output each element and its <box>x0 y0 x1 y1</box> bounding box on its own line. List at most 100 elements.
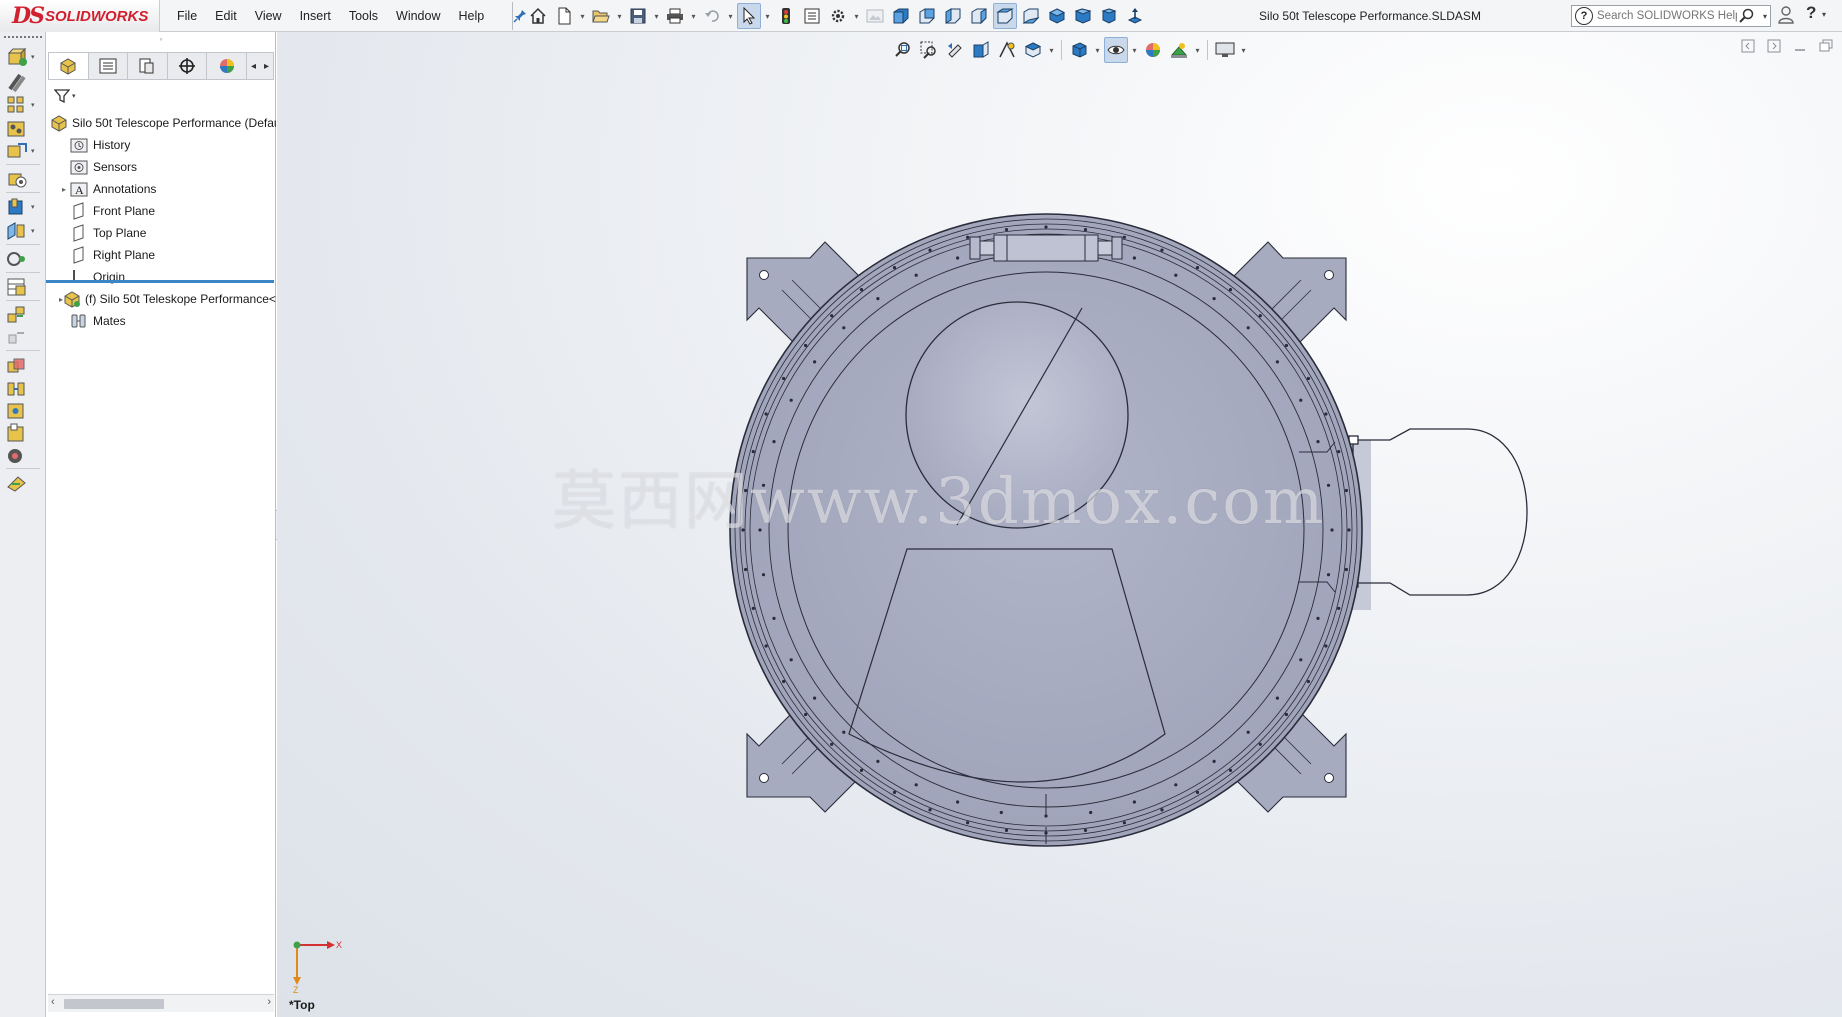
chevron-down-icon[interactable]: ▾ <box>1822 10 1826 19</box>
chevron-down-icon[interactable]: ▾ <box>852 3 861 29</box>
view-trimetric-icon[interactable] <box>1071 3 1095 29</box>
measure-tool[interactable] <box>6 422 42 444</box>
hole-alignment-tool[interactable] <box>6 400 42 422</box>
search-input[interactable] <box>1597 10 1737 22</box>
menu-file[interactable]: File <box>168 0 206 32</box>
save-icon[interactable] <box>626 3 650 29</box>
view-front-icon[interactable] <box>889 3 913 29</box>
new-motion-study-tool[interactable] <box>6 248 42 270</box>
bolt-hole <box>789 398 793 402</box>
graphics-area[interactable]: ▾ ▾ ▾ ▾ ▾ 莫西网www.3dmox.com X Z *Top <box>277 32 1842 1017</box>
interference-detection-tool[interactable] <box>6 356 42 378</box>
mate-tool[interactable] <box>6 72 42 94</box>
search-icon[interactable] <box>1738 8 1754 27</box>
bolt-hole <box>892 266 897 270</box>
chevron-down-icon[interactable]: ▾ <box>689 3 698 29</box>
menu-view[interactable]: View <box>246 0 291 32</box>
normal-to-icon[interactable] <box>1123 3 1147 29</box>
tree-node-mates[interactable]: Mates <box>46 310 276 332</box>
tree-node-annotations[interactable]: ▸ A Annotations <box>46 178 276 200</box>
chevron-down-icon[interactable]: ▾ <box>31 203 35 211</box>
tab-property-manager[interactable] <box>89 53 129 79</box>
home-icon[interactable] <box>526 3 550 29</box>
panel-grip-handle[interactable]: ◦ <box>46 34 276 46</box>
chevron-down-icon[interactable]: ▾ <box>31 53 35 61</box>
view-top-icon[interactable] <box>993 3 1017 29</box>
tree-node-top-plane[interactable]: Top Plane <box>46 222 276 244</box>
scroll-left-icon[interactable]: ‹ <box>51 996 55 1008</box>
view-left-icon[interactable] <box>941 3 965 29</box>
horizontal-scrollbar[interactable]: ‹ › <box>48 994 274 1012</box>
view-right-icon[interactable] <box>967 3 991 29</box>
tab-dimxpert-manager[interactable] <box>168 53 208 79</box>
scroll-right-icon[interactable]: › <box>267 996 271 1008</box>
open-folder-icon[interactable] <box>589 3 613 29</box>
chevron-down-icon[interactable]: ▾ <box>31 147 35 155</box>
undo-icon[interactable] <box>700 3 724 29</box>
menu-edit[interactable]: Edit <box>206 0 246 32</box>
help-icon[interactable]: ? <box>1806 3 1816 23</box>
tab-scroll-right-icon[interactable]: ▸ <box>260 61 273 72</box>
chevron-down-icon[interactable]: ▾ <box>763 3 772 29</box>
tree-node-origin[interactable]: Origin <box>46 266 276 288</box>
view-back-icon[interactable] <box>915 3 939 29</box>
tree-node-front-plane[interactable]: Front Plane <box>46 200 276 222</box>
print-icon[interactable] <box>663 3 687 29</box>
chevron-down-icon[interactable]: ▾ <box>72 92 76 100</box>
grip-handle[interactable] <box>4 36 42 38</box>
tree-node-right-plane[interactable]: Right Plane <box>46 244 276 266</box>
new-document-icon[interactable] <box>552 3 576 29</box>
tab-display-manager[interactable] <box>207 53 247 79</box>
insert-components-tool[interactable]: ▾ <box>6 46 42 68</box>
assembly-features-tool[interactable]: ▾ <box>6 196 42 218</box>
menu-window[interactable]: Window <box>387 0 449 32</box>
tree-node-sensors[interactable]: Sensors <box>46 156 276 178</box>
reference-geometry-tool[interactable]: ▾ <box>6 220 42 242</box>
mass-properties-tool[interactable] <box>6 444 42 466</box>
bill-of-materials-tool[interactable] <box>6 276 42 298</box>
file-properties-icon[interactable] <box>800 3 824 29</box>
image-placeholder-icon[interactable] <box>863 3 887 29</box>
linear-component-pattern-tool[interactable]: ▾ <box>6 94 42 116</box>
tree-filter[interactable]: ▾ <box>54 86 254 106</box>
menu-tools[interactable]: Tools <box>340 0 387 32</box>
chevron-down-icon[interactable]: ▾ <box>615 3 624 29</box>
tab-feature-manager[interactable] <box>49 53 89 79</box>
show-hidden-components-tool[interactable] <box>6 168 42 190</box>
exploded-view-tool[interactable] <box>6 304 42 326</box>
rebuild-traffic-light-icon[interactable] <box>774 3 798 29</box>
explode-line-sketch-tool[interactable] <box>6 326 42 348</box>
tab-scroll-left-icon[interactable]: ◂ <box>247 61 260 72</box>
gear-icon[interactable] <box>826 3 850 29</box>
view-bottom-icon[interactable] <box>1019 3 1043 29</box>
move-component-tool[interactable]: ▾ <box>6 140 42 162</box>
bolt-hole <box>789 658 793 662</box>
instant3d-tool[interactable] <box>6 472 42 494</box>
bolt-hole <box>804 712 808 717</box>
chevron-down-icon[interactable]: ▾ <box>31 227 35 235</box>
clearance-verification-tool[interactable] <box>6 378 42 400</box>
menu-help[interactable]: Help <box>450 0 494 32</box>
filter-icon[interactable] <box>54 88 70 104</box>
menu-insert[interactable]: Insert <box>291 0 340 32</box>
model-top-view[interactable] <box>277 32 1842 1017</box>
view-dimetric-icon[interactable] <box>1097 3 1121 29</box>
user-account-icon[interactable] <box>1778 6 1794 27</box>
tree-node-subassembly[interactable]: ▸ (f) Silo 50t Teleskope Performance<1> … <box>46 288 276 310</box>
tree-expander-icon[interactable]: ▸ <box>59 185 69 194</box>
solidworks-logo[interactable]: DS SOLIDWORKS <box>0 0 160 32</box>
help-search-box[interactable]: ? ▾ <box>1571 5 1771 27</box>
chevron-down-icon[interactable]: ▾ <box>652 3 661 29</box>
smart-fasteners-tool[interactable] <box>6 118 42 140</box>
tab-configuration-manager[interactable] <box>128 53 168 79</box>
chevron-down-icon[interactable]: ▾ <box>31 101 35 109</box>
chevron-down-icon[interactable]: ▾ <box>1763 12 1767 21</box>
select-pointer-icon[interactable] <box>737 3 761 29</box>
tree-node-history[interactable]: History <box>46 134 276 156</box>
scrollbar-thumb[interactable] <box>64 999 164 1009</box>
chevron-down-icon[interactable]: ▾ <box>726 3 735 29</box>
chevron-down-icon[interactable]: ▾ <box>578 3 587 29</box>
rollback-bar[interactable] <box>46 280 274 283</box>
view-isometric-icon[interactable] <box>1045 3 1069 29</box>
tree-node-top-assembly[interactable]: Silo 50t Telescope Performance (Default<… <box>46 112 276 134</box>
